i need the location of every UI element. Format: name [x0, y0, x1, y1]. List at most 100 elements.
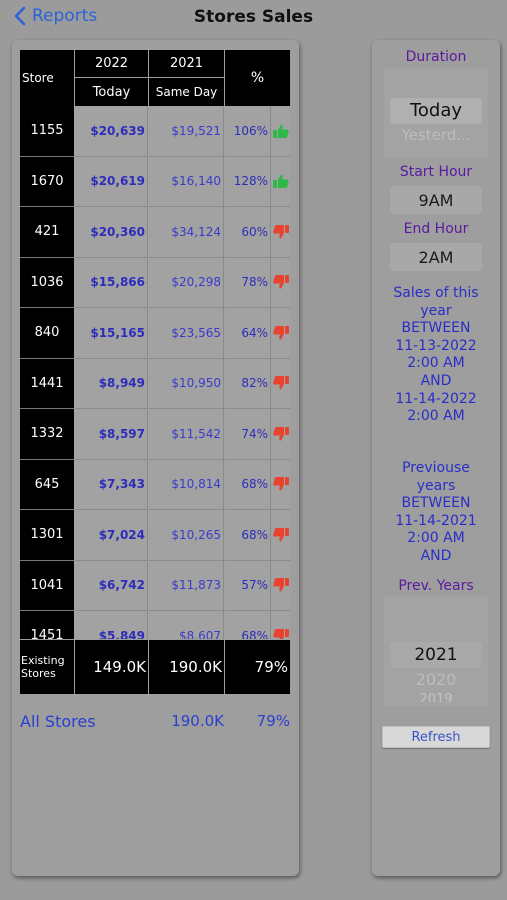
trend-cell: [270, 308, 290, 359]
table-row[interactable]: 1332 $8,597 $11,542 74%: [20, 409, 290, 460]
info-line: AND: [420, 372, 452, 389]
same-day-sales-cell: $23,565: [149, 308, 224, 359]
store-cell: 840: [20, 308, 74, 359]
all-stores-row[interactable]: All Stores 190.0K 79%: [20, 712, 290, 736]
duration-label: Duration: [405, 49, 467, 65]
same-day-sales-cell: $16,140: [149, 156, 224, 207]
same-day-sales-cell: $11,873: [149, 560, 224, 611]
same-day-sales-cell: $19,521: [149, 106, 224, 157]
table-row[interactable]: 1441 $8,949 $10,950 82%: [20, 358, 290, 409]
today-sales-cell: $20,639: [75, 106, 148, 157]
summary-label-line2: Stores: [21, 667, 56, 680]
trend-cell: [270, 207, 290, 258]
percent-cell: 60%: [225, 207, 270, 258]
start-hour-picker[interactable]: 9AM: [390, 186, 482, 214]
header-store[interactable]: Store: [20, 50, 74, 106]
sales-table-panel: Store 2022 Today 2021 Same Day % 1155 $2…: [12, 40, 299, 876]
info-line: Previouse: [402, 460, 470, 476]
table-row[interactable]: 1155 $20,639 $19,521 106%: [20, 106, 290, 157]
percent-cell: 57%: [225, 561, 270, 611]
same-day-sales-cell: $34,124: [149, 207, 224, 258]
header-percent[interactable]: %: [225, 50, 290, 106]
page-title: Stores Sales: [193, 7, 314, 27]
table-row[interactable]: 1451 $5,849 $8,607 68%: [20, 611, 290, 639]
store-cell: 1441: [20, 358, 74, 409]
trend-cell: [270, 510, 290, 561]
prev-years-selected[interactable]: 2021: [390, 642, 482, 668]
table-row[interactable]: 840 $15,165 $23,565 64%: [20, 308, 290, 359]
summary-label: Existing Stores: [20, 640, 74, 694]
same-day-sales-cell: $10,950: [149, 358, 224, 409]
header-year-previous: 2021: [149, 50, 224, 77]
store-cell: 1301: [20, 510, 74, 561]
table-row[interactable]: 1036 $15,866 $20,298 78%: [20, 257, 290, 308]
summary-label-line1: Existing: [21, 654, 65, 667]
info-line: 11-13-2022: [395, 337, 477, 354]
trend-cell: [270, 459, 290, 510]
percent-cell: 68%: [225, 460, 270, 510]
prev-years-label: Prev. Years: [398, 578, 474, 594]
header-today[interactable]: Today: [75, 78, 148, 106]
info-line: AND: [420, 547, 452, 564]
today-sales-cell: $15,866: [75, 257, 148, 308]
thumbs-down-icon: [272, 628, 289, 639]
thumbs-down-icon: [272, 376, 289, 390]
prev-years-option-next[interactable]: 2020: [384, 670, 488, 689]
store-cell: 1036: [20, 257, 74, 308]
percent-cell: 78%: [225, 258, 270, 308]
same-day-sales-cell: $11,542: [149, 409, 224, 460]
prev-years-picker[interactable]: 2021 2020 2019: [384, 596, 488, 706]
today-sales-cell: $20,360: [75, 207, 148, 258]
table-header: Store 2022 Today 2021 Same Day %: [20, 50, 290, 106]
thumbs-up-icon: [272, 124, 289, 138]
duration-picker[interactable]: Today Yesterd...: [384, 68, 488, 158]
percent-cell: 68%: [225, 611, 270, 639]
previous-period-info: Previouse years BETWEEN 11-14-2021 2:00 …: [376, 460, 496, 566]
same-day-sales-cell: $8,607: [149, 611, 224, 639]
percent-cell: 128%: [225, 157, 270, 207]
header-same-day[interactable]: Same Day: [149, 78, 224, 106]
thumbs-down-icon: [272, 275, 289, 289]
end-hour-picker[interactable]: 2AM: [390, 243, 482, 271]
table-row[interactable]: 421 $20,360 $34,124 60%: [20, 207, 290, 258]
trend-cell: [270, 560, 290, 611]
table-row[interactable]: 645 $7,343 $10,814 68%: [20, 459, 290, 510]
today-sales-cell: $8,949: [75, 358, 148, 409]
prev-years-option-next2[interactable]: 2019: [384, 692, 488, 702]
trend-cell: [270, 409, 290, 460]
trend-cell: [270, 358, 290, 409]
filter-panel: Duration Today Yesterd... Start Hour 9AM…: [372, 40, 500, 876]
sales-table: Store 2022 Today 2021 Same Day % 1155 $2…: [20, 50, 290, 694]
info-line: 2:00 AM: [407, 530, 465, 547]
info-line: years: [416, 477, 456, 494]
duration-selected[interactable]: Today: [390, 98, 482, 124]
store-cell: 1670: [20, 156, 74, 207]
trend-cell: [270, 611, 290, 639]
trend-cell: [270, 106, 290, 157]
end-hour-label: End Hour: [403, 221, 469, 237]
duration-option-next[interactable]: Yesterd...: [384, 126, 488, 144]
store-cell: 1332: [20, 409, 74, 460]
navigation-bar: Reports Stores Sales: [0, 0, 507, 36]
table-row[interactable]: 1041 $6,742 $11,873 57%: [20, 560, 290, 611]
summary-today-total: 149.0K: [75, 640, 148, 694]
today-sales-cell: $15,165: [75, 308, 148, 359]
all-stores-percent: 79%: [256, 712, 290, 730]
table-row[interactable]: 1670 $20,619 $16,140 128%: [20, 156, 290, 207]
today-sales-cell: $7,343: [75, 459, 148, 510]
percent-cell: 82%: [225, 359, 270, 409]
today-sales-cell: $20,619: [75, 156, 148, 207]
trend-cell: [270, 257, 290, 308]
existing-stores-summary: Existing Stores 149.0K 190.0K 79%: [20, 640, 290, 694]
same-day-sales-cell: $10,814: [149, 459, 224, 510]
today-sales-cell: $8,597: [75, 409, 148, 460]
info-line: 11-14-2021: [395, 512, 477, 529]
thumbs-down-icon: [272, 325, 289, 340]
table-body[interactable]: 1155 $20,639 $19,521 106% 1670 $20,619 $…: [20, 106, 290, 639]
refresh-button[interactable]: Refresh: [382, 726, 490, 748]
summary-percent: 79%: [225, 640, 290, 694]
store-cell: 645: [20, 459, 74, 510]
table-row[interactable]: 1301 $7,024 $10,265 68%: [20, 510, 290, 561]
summary-same-day-total: 190.0K: [149, 640, 224, 694]
same-day-sales-cell: $10,265: [149, 510, 224, 561]
